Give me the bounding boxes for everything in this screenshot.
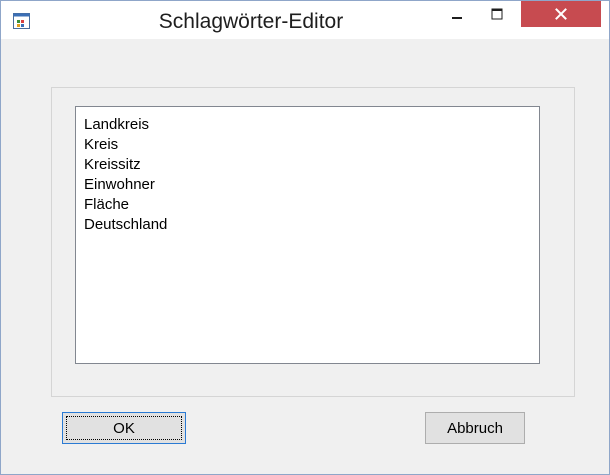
minimize-icon — [452, 17, 462, 19]
cancel-button[interactable]: Abbruch — [425, 412, 525, 444]
list-item[interactable]: Einwohner — [84, 175, 539, 195]
app-icon — [13, 13, 30, 29]
list-item[interactable]: Kreissitz — [84, 155, 539, 175]
close-icon — [555, 8, 567, 20]
dialog-window: Schlagwörter-Editor Landkreis Kreis Krei… — [0, 0, 610, 475]
list-item[interactable]: Landkreis — [84, 115, 539, 135]
maximize-button[interactable] — [482, 1, 512, 27]
keyword-list[interactable]: Landkreis Kreis Kreissitz Einwohner Fläc… — [75, 106, 540, 364]
focus-rectangle — [66, 416, 182, 440]
list-item[interactable]: Fläche — [84, 195, 539, 215]
cancel-button-label: Abbruch — [447, 419, 503, 437]
maximize-icon — [491, 8, 503, 20]
window-title: Schlagwörter-Editor — [158, 10, 344, 33]
minimize-button[interactable] — [442, 1, 472, 27]
dialog-client-area: Landkreis Kreis Kreissitz Einwohner Fläc… — [25, 63, 590, 461]
title-bar[interactable]: Schlagwörter-Editor — [1, 1, 609, 39]
list-item[interactable]: Deutschland — [84, 215, 539, 235]
keyword-group: Landkreis Kreis Kreissitz Einwohner Fläc… — [51, 87, 575, 397]
ok-button[interactable]: OK — [62, 412, 186, 444]
close-button[interactable] — [521, 1, 601, 27]
list-item[interactable]: Kreis — [84, 135, 539, 155]
